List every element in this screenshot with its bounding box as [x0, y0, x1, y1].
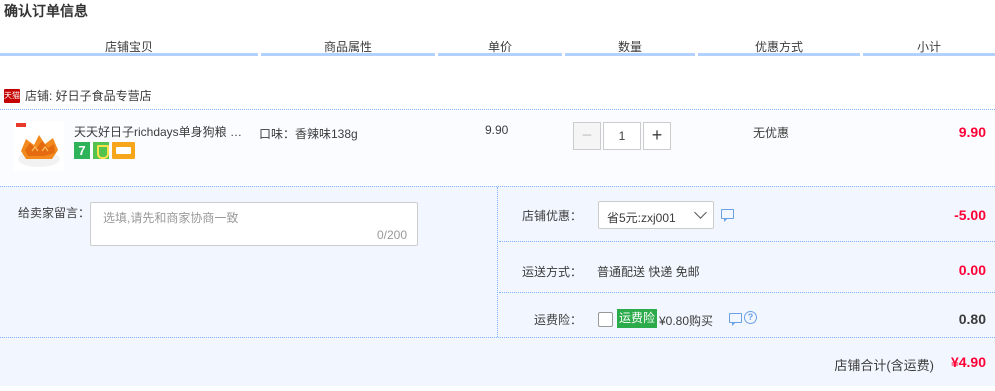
- guarantee-shield-icon[interactable]: [93, 142, 109, 159]
- tmall-icon: 天猫: [4, 89, 20, 103]
- insurance-price: ¥0.80购买: [659, 314, 714, 328]
- quantity-increase-button[interactable]: +: [643, 122, 671, 150]
- credit-card-icon[interactable]: [112, 142, 135, 159]
- insurance-checkbox[interactable]: [598, 312, 613, 327]
- shipping-method: 普通配送 快递 免邮: [597, 265, 700, 279]
- quantity-decrease-button[interactable]: −: [573, 122, 601, 150]
- chat-icon[interactable]: [729, 313, 742, 326]
- column-header: 店铺宝贝 商品属性 单价 数量 优惠方式 小计: [0, 30, 995, 62]
- coupon-select[interactable]: 省5元:zxj001: [598, 201, 714, 229]
- message-panel: 给卖家留言： 选填,请先和商家协商一致 0/200: [0, 187, 498, 337]
- shipping-insurance-row: 运费险： 运费险 ¥0.80购买 ? 0.80: [499, 294, 995, 337]
- product-thumbnail[interactable]: [14, 121, 64, 171]
- shop-total-amount: ¥4.90: [950, 354, 986, 370]
- column-attribute: 商品属性: [261, 30, 435, 56]
- message-placeholder: 选填,请先和商家协商一致: [103, 211, 239, 225]
- quantity-stepper: − 1 +: [573, 122, 671, 150]
- insurance-amount: 0.80: [958, 311, 986, 327]
- message-label: 给卖家留言：: [18, 206, 91, 220]
- service-badges: 7: [74, 142, 135, 159]
- insurance-label: 运费险：: [533, 313, 582, 327]
- page-title: 确认订单信息: [4, 3, 88, 19]
- column-quantity: 数量: [565, 30, 695, 56]
- shop-discount-label: 店铺优惠：: [521, 209, 582, 223]
- seller-message-input[interactable]: 选填,请先和商家协商一致 0/200: [90, 202, 418, 246]
- shop-discount-row: 店铺优惠： 省5元:zxj001 -5.00: [499, 187, 995, 242]
- shop-row: 天猫 店铺: 好日子食品专营店: [0, 84, 995, 110]
- order-detail-panel: 给卖家留言： 选填,请先和商家协商一致 0/200 店铺优惠： 省5元:zxj0…: [0, 186, 995, 386]
- product-attribute: 口味：香辣味138g: [259, 127, 358, 141]
- shop-total-row: 店铺合计(含运费) ¥4.90: [0, 337, 995, 389]
- shipping-row: 运送方式： 普通配送 快递 免邮 0.00: [499, 243, 995, 293]
- column-discount: 优惠方式: [698, 30, 860, 56]
- column-subtotal: 小计: [863, 30, 995, 56]
- chevron-down-icon: [694, 206, 707, 219]
- help-icon[interactable]: ?: [744, 311, 757, 324]
- coupon-selected-value: 省5元:zxj001: [607, 211, 676, 225]
- column-shop-item: 店铺宝贝: [0, 30, 258, 56]
- shop-name-link[interactable]: 店铺: 好日子食品专营店: [25, 87, 152, 104]
- shipping-label: 运送方式：: [521, 265, 582, 279]
- column-price: 单价: [438, 30, 562, 56]
- product-title-link[interactable]: 天天好日子richdays单身狗粮 香辣味138g: [74, 123, 250, 140]
- shipping-amount: 0.00: [958, 262, 986, 278]
- shop-discount-amount: -5.00: [954, 207, 986, 223]
- quantity-input[interactable]: 1: [603, 122, 641, 150]
- message-char-counter: 0/200: [376, 228, 407, 242]
- shop-total-label: 店铺合计(含运费): [834, 358, 934, 373]
- insurance-tag: 运费险: [617, 309, 658, 328]
- order-item-row: 天天好日子richdays单身狗粮 香辣味138g 7 口味：香辣味138g 9…: [0, 111, 995, 185]
- chat-icon[interactable]: [721, 209, 734, 222]
- seven-day-return-icon[interactable]: 7: [74, 142, 90, 159]
- unit-price: 9.90: [485, 123, 509, 137]
- item-discount-method: 无优惠: [753, 126, 790, 140]
- item-subtotal: 9.90: [958, 124, 986, 140]
